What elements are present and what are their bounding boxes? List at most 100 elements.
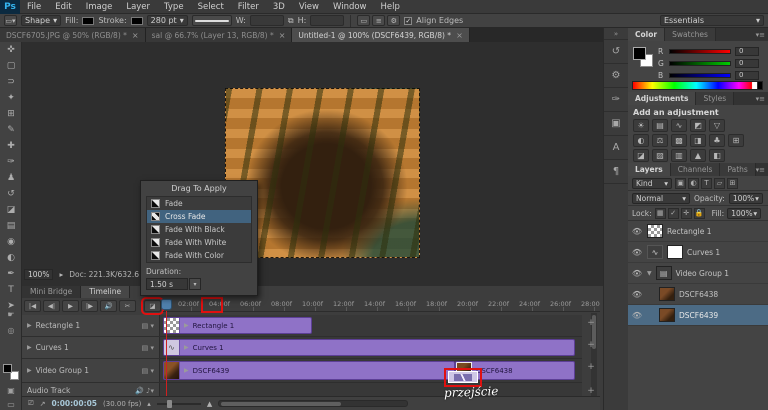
stroke-swatch[interactable]: [130, 16, 143, 25]
crop-tool[interactable]: ⊞: [0, 106, 22, 122]
expand-group-icon[interactable]: ▼: [647, 270, 652, 277]
layer-filter-icon-2[interactable]: T: [701, 177, 712, 189]
clip-expand-icon[interactable]: ▶: [184, 322, 189, 329]
quick-selection-tool[interactable]: ✦: [0, 90, 22, 106]
menu-item-layer[interactable]: Layer: [119, 0, 157, 14]
audio-mute-button[interactable]: 🔊: [100, 300, 117, 312]
menu-item-filter[interactable]: Filter: [231, 0, 266, 14]
color-tab-color[interactable]: Color: [628, 28, 666, 41]
lasso-tool[interactable]: ⊃: [0, 74, 22, 90]
adjustment-icon-1-2[interactable]: ▩: [671, 134, 687, 147]
transition-option-fade-with-white[interactable]: Fade With White: [147, 236, 251, 249]
adjustment-icon-2-4[interactable]: ◧: [709, 149, 725, 162]
layer-row-dscf6438[interactable]: 👁 DSCF6438: [628, 284, 768, 305]
eyedropper-tool[interactable]: ✎: [0, 122, 22, 138]
panel-menu-icon[interactable]: ▾≡: [756, 31, 765, 39]
transition-option-fade-with-color[interactable]: Fade With Color: [147, 249, 251, 262]
link-dimensions-icon[interactable]: ⧉: [288, 16, 294, 26]
hand-tool[interactable]: ☛: [0, 310, 22, 319]
stroke-width-field[interactable]: 280 pt ▾: [146, 15, 188, 26]
duration-value-field[interactable]: 1.50 s: [146, 278, 188, 290]
transition-option-cross-fade[interactable]: Cross Fade: [147, 210, 251, 223]
document-tab-2[interactable]: Untitled-1 @ 100% (DSCF6439, RGB/8) * ×: [292, 28, 470, 42]
layer-filter-icon-0[interactable]: ▣: [675, 177, 686, 189]
timeline-ruler[interactable]: 02:00f 04:00f 06:00f 08:00f 10:00f 12:00f 14:0…: [163, 299, 600, 312]
clone-source-panel-icon[interactable]: ▣: [604, 112, 628, 136]
playhead-handle[interactable]: [161, 299, 172, 310]
visibility-eye-icon[interactable]: 👁: [631, 248, 643, 257]
track-settings-icon[interactable]: ▤ ▾: [142, 322, 154, 330]
foreground-color-swatch[interactable]: [633, 47, 646, 60]
expand-track-icon[interactable]: ▶: [27, 322, 32, 329]
color-wells[interactable]: [3, 364, 19, 380]
clip-rectangle-1[interactable]: ▶ Rectangle 1: [163, 317, 312, 334]
workspace-switcher[interactable]: Essentials ▾: [660, 15, 764, 26]
tool-mode-select[interactable]: Shape ▾: [21, 15, 62, 26]
clip-dscf6439[interactable]: ▶ DSCF6439: [163, 361, 455, 380]
shape-height-field[interactable]: [310, 15, 345, 26]
panel-tab-mini-bridge[interactable]: Mini Bridge: [22, 286, 82, 298]
visibility-eye-icon[interactable]: 👁: [631, 290, 643, 299]
render-arrow-icon[interactable]: ↗: [40, 400, 46, 408]
brush-panel-icon[interactable]: ✑: [604, 88, 628, 112]
adjustment-icon-0-3[interactable]: ◩: [690, 119, 706, 132]
color-tab-swatches[interactable]: Swatches: [665, 28, 716, 41]
expand-panels-icon[interactable]: »: [604, 28, 628, 40]
adjustments-tab-adjustments[interactable]: Adjustments: [628, 92, 697, 105]
shape-width-field[interactable]: [249, 15, 284, 26]
opacity-field[interactable]: 100% ▾: [728, 192, 763, 204]
visibility-eye-icon[interactable]: 👁: [631, 269, 643, 278]
add-media-button[interactable]: +: [585, 362, 597, 374]
adjustment-icon-1-3[interactable]: ◨: [690, 134, 706, 147]
visibility-eye-icon[interactable]: 👁: [631, 311, 643, 320]
menu-item-file[interactable]: File: [20, 0, 48, 14]
quick-mask-button[interactable]: ▣: [0, 386, 22, 395]
layer-filter-icon-3[interactable]: ▱: [714, 177, 725, 189]
menu-item-window[interactable]: Window: [326, 0, 374, 14]
track-settings-icon[interactable]: 🔊 ♪▾: [135, 387, 154, 395]
first-frame-button[interactable]: |◀: [24, 300, 41, 312]
visibility-eye-icon[interactable]: 👁: [631, 227, 643, 236]
add-media-button[interactable]: +: [585, 340, 597, 352]
zoom-tool[interactable]: ◎: [0, 326, 22, 335]
properties-panel-icon[interactable]: ⚙: [604, 64, 628, 88]
channel-slider[interactable]: [669, 72, 731, 78]
transition-option-fade[interactable]: Fade: [147, 197, 251, 210]
character-panel-icon[interactable]: A: [604, 136, 628, 160]
channel-value-field[interactable]: 0: [735, 58, 759, 68]
adjustment-icon-1-0[interactable]: ◐: [633, 134, 649, 147]
play-button[interactable]: ▶: [62, 300, 79, 312]
stroke-style-select[interactable]: [191, 15, 232, 26]
track-settings-icon[interactable]: ▤ ▾: [142, 344, 154, 352]
shape-operation-button-1[interactable]: ≡: [372, 15, 386, 26]
layer-filter-icon-1[interactable]: ◐: [688, 177, 699, 189]
history-brush-tool[interactable]: ↺: [0, 186, 22, 202]
marquee-tool[interactable]: ▢: [0, 58, 22, 74]
layer-filter-icon-4[interactable]: ⊞: [727, 177, 738, 189]
add-media-button[interactable]: +: [585, 318, 597, 330]
menu-item-edit[interactable]: Edit: [48, 0, 78, 14]
expand-track-icon[interactable]: ▶: [27, 367, 32, 374]
layer-row-rectangle-1[interactable]: 👁 Rectangle 1: [628, 221, 768, 242]
channel-slider[interactable]: [669, 48, 731, 54]
menu-item-help[interactable]: Help: [374, 0, 407, 14]
adjustment-icon-0-4[interactable]: ▽: [709, 119, 725, 132]
healing-brush-tool[interactable]: ✚: [0, 138, 22, 154]
type-tool[interactable]: T: [0, 282, 22, 298]
menu-item-view[interactable]: View: [292, 0, 326, 14]
clip-curves-1[interactable]: ∿ ▶ Curves 1: [163, 339, 575, 356]
tool-preset-picker[interactable]: ▭▾: [4, 15, 17, 26]
adjustment-icon-0-1[interactable]: ▤: [652, 119, 668, 132]
fill-swatch[interactable]: [82, 16, 95, 25]
align-edges-checkbox[interactable]: ✓: [404, 16, 413, 25]
document-tab-1[interactable]: sal @ 66.7% (Layer 13, RGB/8) * ×: [145, 28, 293, 42]
add-transition-button[interactable]: ◪: [141, 297, 164, 315]
timeline-zoom-in-icon[interactable]: ▲: [207, 400, 212, 408]
fill-field[interactable]: 100% ▾: [727, 207, 762, 219]
menu-item-3d[interactable]: 3D: [266, 0, 292, 14]
add-media-button[interactable]: +: [585, 386, 597, 398]
lock-icon-2[interactable]: ✛: [680, 207, 692, 219]
duration-dropdown-icon[interactable]: ▾: [189, 278, 201, 290]
track-settings-icon[interactable]: ▤ ▾: [142, 367, 154, 375]
gradient-tool[interactable]: ▤: [0, 218, 22, 234]
